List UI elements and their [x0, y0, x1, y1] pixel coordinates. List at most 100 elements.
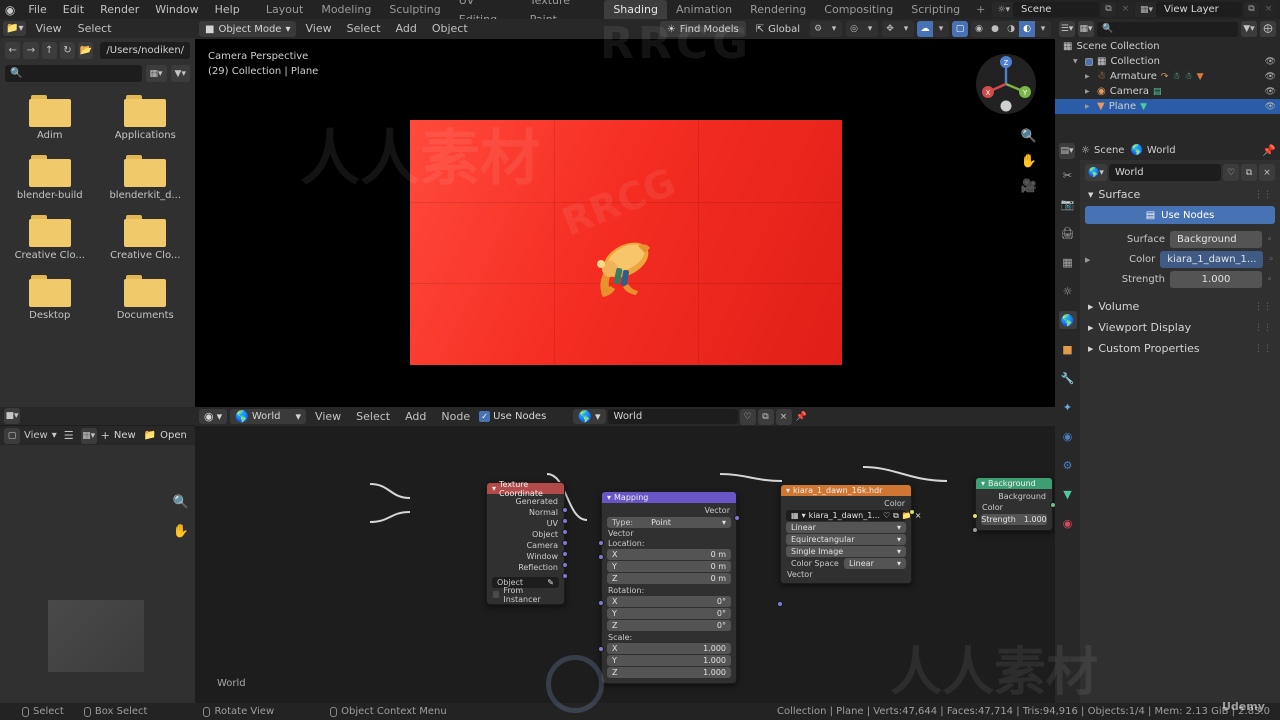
menu-edit[interactable]: Edit [55, 0, 92, 19]
from-instancer-checkbox[interactable] [493, 591, 500, 598]
node-environment-texture[interactable]: ▾ kiara_1_dawn_16k.hdr Color ▦ ▾ kiara_1_… [777, 484, 922, 607]
node-output-row[interactable]: Background [976, 491, 1052, 502]
gizmo-toggle-group[interactable]: ✥ ▾ [882, 21, 914, 37]
workspace-tab-modeling[interactable]: Modeling [312, 0, 380, 19]
image-editor-mode-icon[interactable]: ▢ [4, 427, 20, 444]
collection-checkbox[interactable] [1085, 57, 1093, 66]
chevron-down-icon[interactable]: ▾ [826, 21, 842, 37]
image-datablock-icon[interactable]: ▦▾ [80, 427, 97, 444]
new-scene-button[interactable]: ⧉ [1100, 2, 1116, 17]
pin-icon[interactable]: 📌 [794, 409, 810, 425]
xray-icon[interactable]: ▢ [952, 21, 968, 37]
outliner-row-scene-collection[interactable]: ▦ Scene Collection [1055, 39, 1280, 54]
image-editor-view-menu[interactable]: View [24, 430, 48, 441]
viewlayer-name[interactable]: View Layer [1156, 2, 1242, 17]
filter-button[interactable]: ▼▾ [170, 65, 190, 82]
interpolation-dropdown[interactable]: Linear ▾ [786, 522, 906, 533]
hamburger-icon[interactable]: ☰ [61, 429, 77, 442]
node-mapping[interactable]: ▾ Mapping Vector Type: Point ▾ Vector Lo… [598, 491, 740, 684]
add-workspace-button[interactable]: + [969, 3, 992, 16]
wireframe-shading-icon[interactable]: ◉ [971, 21, 987, 37]
copy-image-icon[interactable]: ⧉ [893, 511, 899, 521]
outliner-row-camera[interactable]: ▶ ◉ Camera ▤ 👁 [1055, 84, 1280, 99]
use-nodes-checkbox[interactable]: ✓ [479, 411, 491, 422]
proportional-edit-icon[interactable]: ◎ [846, 21, 862, 37]
tab-constraints[interactable]: ⚙ [1059, 456, 1077, 474]
file-item[interactable]: blender-build [8, 155, 92, 201]
chevron-down-icon[interactable]: ▾ [862, 21, 878, 37]
material-preview-shading-icon[interactable]: ◑ [1003, 21, 1019, 37]
path-input[interactable]: /Users/nodiken/ [100, 41, 191, 59]
animate-property-icon[interactable]: ◦ [1267, 275, 1275, 285]
outliner-search-input[interactable]: 🔍 [1097, 21, 1238, 37]
visibility-eye-icon[interactable]: 👁 [1265, 72, 1276, 82]
property-value[interactable]: 1.000 [1170, 271, 1262, 288]
panel-header-surface[interactable]: ▼ Surface ⋮⋮ [1085, 186, 1275, 203]
new-viewlayer-button[interactable]: ⧉ [1244, 2, 1259, 17]
node-output-row[interactable]: Normal [487, 507, 564, 518]
tab-output[interactable]: 🖨 [1059, 224, 1077, 242]
file-item[interactable]: Creative Clo... [104, 215, 188, 261]
scale-y-field[interactable]: Y 1.000 [607, 655, 731, 666]
use-nodes-button[interactable]: ▤ Use Nodes [1085, 206, 1275, 224]
outliner-row-armature[interactable]: ▶ ☃ Armature ↷ ☃ ☃ ▼ 👁 [1055, 69, 1280, 84]
file-search-input[interactable]: 🔍 [5, 65, 142, 82]
world-name-field[interactable]: World [607, 409, 738, 424]
menu-help[interactable]: Help [207, 0, 248, 19]
refresh-button[interactable]: ↻ [59, 41, 76, 59]
tab-physics[interactable]: ◉ [1059, 427, 1077, 445]
visibility-eye-icon[interactable]: 👁 [1265, 87, 1276, 97]
workspace-tab-layout[interactable]: Layout [257, 0, 312, 19]
unlink-world-button[interactable]: × [775, 408, 792, 425]
collapse-triangle-icon[interactable]: ▾ [786, 486, 790, 495]
location-x-field[interactable]: X 0 m [607, 549, 731, 560]
viewport-menu-object[interactable]: Object [426, 21, 474, 37]
editor-type-selector-filebrowser[interactable]: 📁▾ [3, 21, 27, 36]
animate-property-icon[interactable]: ◦ [1267, 235, 1275, 245]
new-folder-button[interactable]: 📂 [78, 41, 94, 59]
node-output-row[interactable]: Vector [602, 505, 736, 516]
panel-header-custom-properties[interactable]: ▶ Custom Properties ⋮⋮ [1085, 340, 1275, 357]
node-output-row[interactable]: Color [781, 498, 911, 509]
snap-toggle-group[interactable]: ⚙ ▾ [810, 21, 842, 37]
location-y-field[interactable]: Y 0 m [607, 561, 731, 572]
copy-world-button[interactable]: ⧉ [757, 408, 774, 425]
outliner-filter-button[interactable]: ▼▾ [1241, 21, 1257, 37]
scene-name[interactable]: Scene [1012, 2, 1099, 17]
image-editor-canvas[interactable]: 🔍 ✋ [0, 445, 195, 703]
menu-file[interactable]: File [20, 0, 54, 19]
scene-selector[interactable]: ☼▾ Scene [992, 2, 1099, 17]
outliner-row-collection[interactable]: ▼ ▦ Collection 👁 [1055, 54, 1280, 69]
node-output-row[interactable]: Camera [487, 540, 564, 551]
mapping-type-dropdown[interactable]: Type: Point ▾ [607, 517, 731, 528]
node-menu-view[interactable]: View [309, 410, 347, 423]
tab-particles[interactable]: ✦ [1059, 398, 1077, 416]
gizmo-icon[interactable]: ✥ [882, 21, 898, 37]
unlink-image-icon[interactable]: × [915, 511, 922, 520]
node-output-row[interactable]: Object [487, 529, 564, 540]
breadcrumb-scene[interactable]: ☼ Scene [1081, 145, 1124, 156]
disclosure-triangle-icon[interactable]: ▼ [1073, 58, 1081, 65]
display-mode-button[interactable]: ▦▾ [145, 65, 167, 82]
from-instancer-row[interactable]: From Instancer [487, 586, 564, 604]
node-menu-node[interactable]: Node [435, 410, 476, 423]
panel-drag-handle[interactable]: ⋮⋮ [1254, 323, 1272, 333]
chevron-down-icon[interactable]: ▾ [898, 21, 914, 37]
filebrowser-menu-view[interactable]: View [28, 22, 68, 35]
workspace-tab-rendering[interactable]: Rendering [741, 0, 815, 19]
menu-render[interactable]: Render [92, 0, 147, 19]
workspace-tab-scripting[interactable]: Scripting [902, 0, 969, 19]
world-name-field[interactable]: World [1109, 164, 1221, 181]
chevron-down-icon[interactable]: ▾ [1035, 21, 1051, 37]
overlays-toggle-group[interactable]: ☁ ▾ [917, 21, 949, 37]
panel-drag-handle[interactable]: ⋮⋮ [1254, 190, 1272, 200]
menu-window[interactable]: Window [147, 0, 206, 19]
node-output-row[interactable]: Reflection [487, 562, 564, 573]
unlink-scene-button[interactable]: × [1117, 2, 1133, 17]
visibility-eye-icon[interactable]: 👁 [1265, 102, 1276, 112]
world-browse-button[interactable]: 🌎▾ [1085, 164, 1107, 181]
animate-property-icon[interactable]: ◦ [1268, 255, 1275, 265]
node-header[interactable]: ▾ Background [976, 478, 1052, 489]
node-texture-coordinate[interactable]: ▾ Texture Coordinate Generated Normal UV… [486, 480, 568, 605]
file-item[interactable]: Documents [104, 275, 188, 321]
